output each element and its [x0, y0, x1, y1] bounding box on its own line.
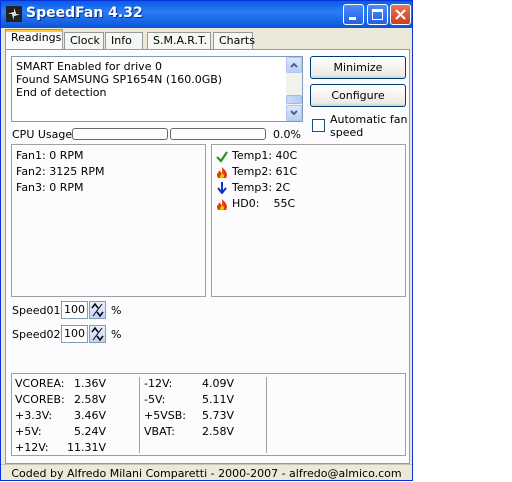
cpu-usage-bar — [72, 128, 168, 140]
voltage-label: +5VSB: — [144, 409, 186, 422]
tab-clock[interactable]: Clock — [64, 32, 104, 49]
log-scrollbar[interactable] — [286, 57, 302, 121]
window-title: SpeedFan 4.32 — [26, 5, 143, 21]
maximize-icon — [372, 9, 383, 20]
configure-button[interactable]: Configure — [310, 84, 406, 107]
voltage-label: VCOREB: — [15, 393, 65, 406]
maximize-window-button[interactable] — [367, 4, 388, 25]
log-line: End of detection — [16, 86, 107, 99]
scroll-thumb[interactable] — [286, 95, 302, 104]
updown-arrows-icon — [91, 326, 104, 342]
cpu-usage-value: 0.0% — [273, 128, 301, 141]
flame-icon — [217, 199, 227, 210]
temperatures-group: Temp1: 40C Temp2: 61C Temp3: 2C HD0: 55C — [211, 144, 406, 297]
speed01-unit: % — [111, 304, 122, 317]
cpu-usage-label: CPU Usage — [12, 128, 73, 141]
speed02-label: Speed02: — [12, 328, 65, 341]
speedfan-window: SpeedFan 4.32 Readings Clock Info S.M.A.… — [0, 0, 413, 481]
voltage-value: 4.09V — [202, 377, 235, 390]
speed01-label: Speed01: — [12, 304, 65, 317]
speed02-unit: % — [111, 328, 122, 341]
tab-info[interactable]: Info — [105, 32, 143, 49]
detection-log[interactable]: SMART Enabled for drive 0 Found SAMSUNG … — [11, 56, 303, 122]
voltage-value: 5.73V — [202, 409, 235, 422]
title-bar[interactable]: SpeedFan 4.32 — [1, 1, 412, 28]
scroll-down-button[interactable] — [286, 105, 302, 121]
chevron-up-icon — [290, 62, 298, 68]
voltage-value: 5.24V — [74, 425, 107, 438]
automatic-fan-speed-label: Automatic fan speed — [330, 113, 408, 139]
voltage-column-divider — [139, 377, 140, 453]
tab-readings[interactable]: Readings — [5, 29, 63, 49]
chevron-down-icon — [290, 110, 298, 116]
close-icon — [395, 9, 406, 20]
check-icon — [216, 151, 228, 163]
fan-reading: Fan1: 0 RPM — [16, 149, 84, 162]
speed02-stepper[interactable] — [89, 325, 106, 343]
tab-smart[interactable]: S.M.A.R.T. — [147, 32, 211, 49]
voltage-label: +3.3V: — [15, 409, 53, 422]
voltage-value: 11.31V — [67, 441, 107, 454]
minimize-window-button[interactable] — [343, 4, 364, 25]
tab-charts[interactable]: Charts — [213, 32, 255, 49]
status-bar: Coded by Alfredo Milani Comparetti - 200… — [1, 464, 412, 482]
fan-reading: Fan2: 3125 RPM — [16, 165, 105, 178]
voltage-column-divider — [266, 377, 267, 453]
voltage-value: 2.58V — [202, 425, 235, 438]
log-line: SMART Enabled for drive 0 — [16, 60, 162, 73]
voltage-label: VCOREA: — [15, 377, 65, 390]
minimize-button[interactable]: Minimize — [310, 56, 406, 79]
speed01-input[interactable]: 100 — [61, 301, 88, 319]
voltage-label: +5V: — [15, 425, 42, 438]
voltage-value: 3.46V — [74, 409, 107, 422]
temp-reading: Temp1: 40C — [232, 149, 298, 162]
temp-reading: HD0: 55C — [232, 197, 296, 210]
voltage-label: -12V: — [144, 377, 173, 390]
automatic-fan-speed-checkbox[interactable] — [312, 119, 325, 132]
temp-reading: Temp2: 61C — [232, 165, 298, 178]
cpu-usage-bar — [170, 128, 266, 140]
close-window-button[interactable] — [390, 4, 411, 25]
voltage-label: -5V: — [144, 393, 166, 406]
minimize-icon — [349, 17, 356, 20]
fan-reading: Fan3: 0 RPM — [16, 181, 84, 194]
flame-icon — [217, 167, 227, 178]
speed01-stepper[interactable] — [89, 301, 106, 319]
log-line: Found SAMSUNG SP1654N (160.0GB) — [16, 73, 223, 86]
voltage-value: 2.58V — [74, 393, 107, 406]
voltage-label: VBAT: — [144, 425, 175, 438]
fans-group: Fan1: 0 RPM Fan2: 3125 RPM Fan3: 0 RPM — [11, 144, 206, 297]
voltage-value: 5.11V — [202, 393, 235, 406]
fan-icon[interactable] — [6, 6, 22, 22]
voltage-label: +12V: — [15, 441, 49, 454]
voltage-value: 1.36V — [74, 377, 107, 390]
scroll-up-button[interactable] — [286, 57, 302, 73]
speed02-input[interactable]: 100 — [61, 325, 88, 343]
updown-arrows-icon — [91, 302, 104, 318]
temp-reading: Temp3: 2C — [232, 181, 291, 194]
arrow-down-icon — [217, 182, 227, 194]
